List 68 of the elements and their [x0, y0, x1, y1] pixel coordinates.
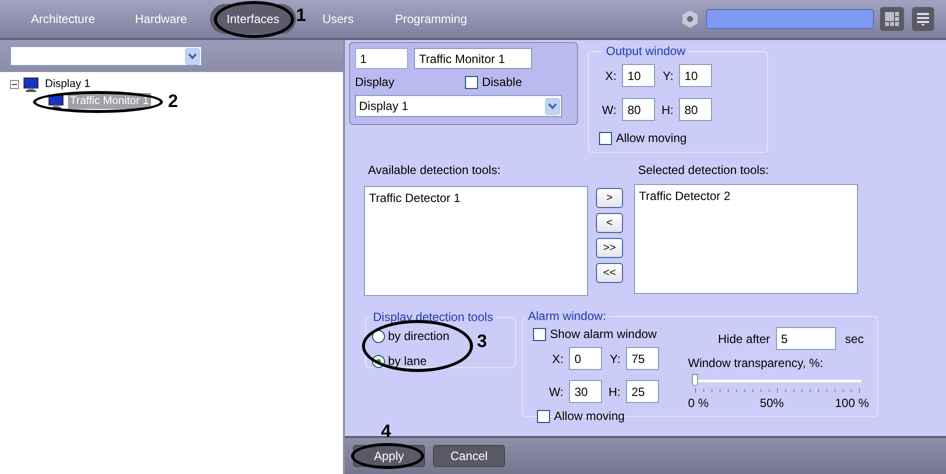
- scale-label: 100 %: [834, 395, 869, 412]
- coordinate-field[interactable]: 10: [622, 64, 656, 87]
- menu-button[interactable]: [912, 7, 934, 31]
- coordinate-field[interactable]: 10: [679, 64, 712, 87]
- tree-item[interactable]: Display 1: [43, 76, 92, 92]
- field-label: W:: [602, 102, 616, 118]
- slider-thumb[interactable]: [692, 374, 698, 386]
- field-label: Display: [355, 74, 394, 91]
- radio-button[interactable]: [372, 330, 385, 342]
- checkbox-label: Show alarm window: [550, 326, 657, 343]
- list-title: Available detection tools:: [367, 162, 502, 179]
- coordinate-field[interactable]: 80: [679, 98, 712, 121]
- callout-number: 3: [477, 332, 488, 350]
- checkbox[interactable]: [533, 328, 546, 340]
- list-item[interactable]: Traffic Detector 2: [639, 187, 857, 205]
- hide-after-field[interactable]: 5: [776, 327, 836, 350]
- scale-label: 0 %: [688, 395, 709, 412]
- name-field[interactable]: Traffic Monitor 1: [414, 48, 532, 69]
- callout-number: 4: [381, 422, 392, 440]
- coordinate-field[interactable]: 25: [626, 380, 660, 403]
- nav-tab[interactable]: Interfaces: [210, 4, 296, 34]
- search-field[interactable]: [706, 9, 874, 29]
- field-label: Y:: [662, 68, 674, 84]
- checkbox[interactable]: [599, 132, 612, 144]
- callout-number: 2: [168, 92, 178, 110]
- coordinate-field[interactable]: 0: [569, 347, 602, 370]
- move-button[interactable]: >>: [596, 238, 623, 258]
- list-item[interactable]: Traffic Detector 1: [369, 189, 587, 207]
- grid-icon: [884, 11, 900, 27]
- field-label: H:: [608, 384, 620, 400]
- group-title: Output window: [605, 43, 686, 60]
- layout-button[interactable]: [880, 7, 904, 31]
- field-label: Hide after: [718, 330, 770, 348]
- minus-icon: [12, 82, 17, 86]
- transparency-slider[interactable]: [692, 374, 862, 388]
- checkbox-label: Allow moving: [616, 130, 687, 147]
- field-label: X:: [604, 68, 616, 84]
- radio-label: by lane: [388, 353, 427, 370]
- coordinate-field[interactable]: 80: [622, 98, 656, 121]
- footer-button[interactable]: Cancel: [433, 445, 505, 467]
- move-button[interactable]: <<: [596, 263, 623, 283]
- checkbox[interactable]: [537, 410, 550, 422]
- checkbox-label: Allow moving: [554, 408, 625, 425]
- field-label: Y:: [608, 350, 620, 368]
- radio-label: by direction: [388, 328, 450, 345]
- coordinate-field[interactable]: 30: [569, 380, 602, 403]
- id-field[interactable]: 1: [355, 48, 408, 69]
- field-label: X:: [551, 350, 564, 368]
- menu-icon: [916, 12, 930, 26]
- field-label: W:: [549, 384, 564, 400]
- list-title: Selected detection tools:: [637, 162, 770, 179]
- coordinate-field[interactable]: 75: [626, 347, 660, 370]
- filter-dropdown[interactable]: [10, 46, 202, 66]
- hexagon-icon: [680, 9, 700, 29]
- monitor-icon: [23, 76, 39, 92]
- move-button[interactable]: >: [596, 188, 623, 208]
- checkbox-label: Disable: [482, 74, 522, 91]
- slider-label: Window transparency, %:: [688, 355, 824, 372]
- group-title: Alarm window:: [527, 308, 608, 325]
- checkbox[interactable]: [464, 76, 478, 88]
- display-dropdown[interactable]: Display 1: [355, 95, 562, 117]
- group-title: Display detection tools: [372, 309, 494, 326]
- field-label: H:: [661, 102, 674, 118]
- unit-label: sec: [845, 330, 864, 348]
- move-button[interactable]: <: [596, 213, 623, 233]
- callout-number: 1: [296, 6, 306, 24]
- expander-icon[interactable]: [10, 80, 19, 88]
- scale-label: 50%: [760, 395, 784, 412]
